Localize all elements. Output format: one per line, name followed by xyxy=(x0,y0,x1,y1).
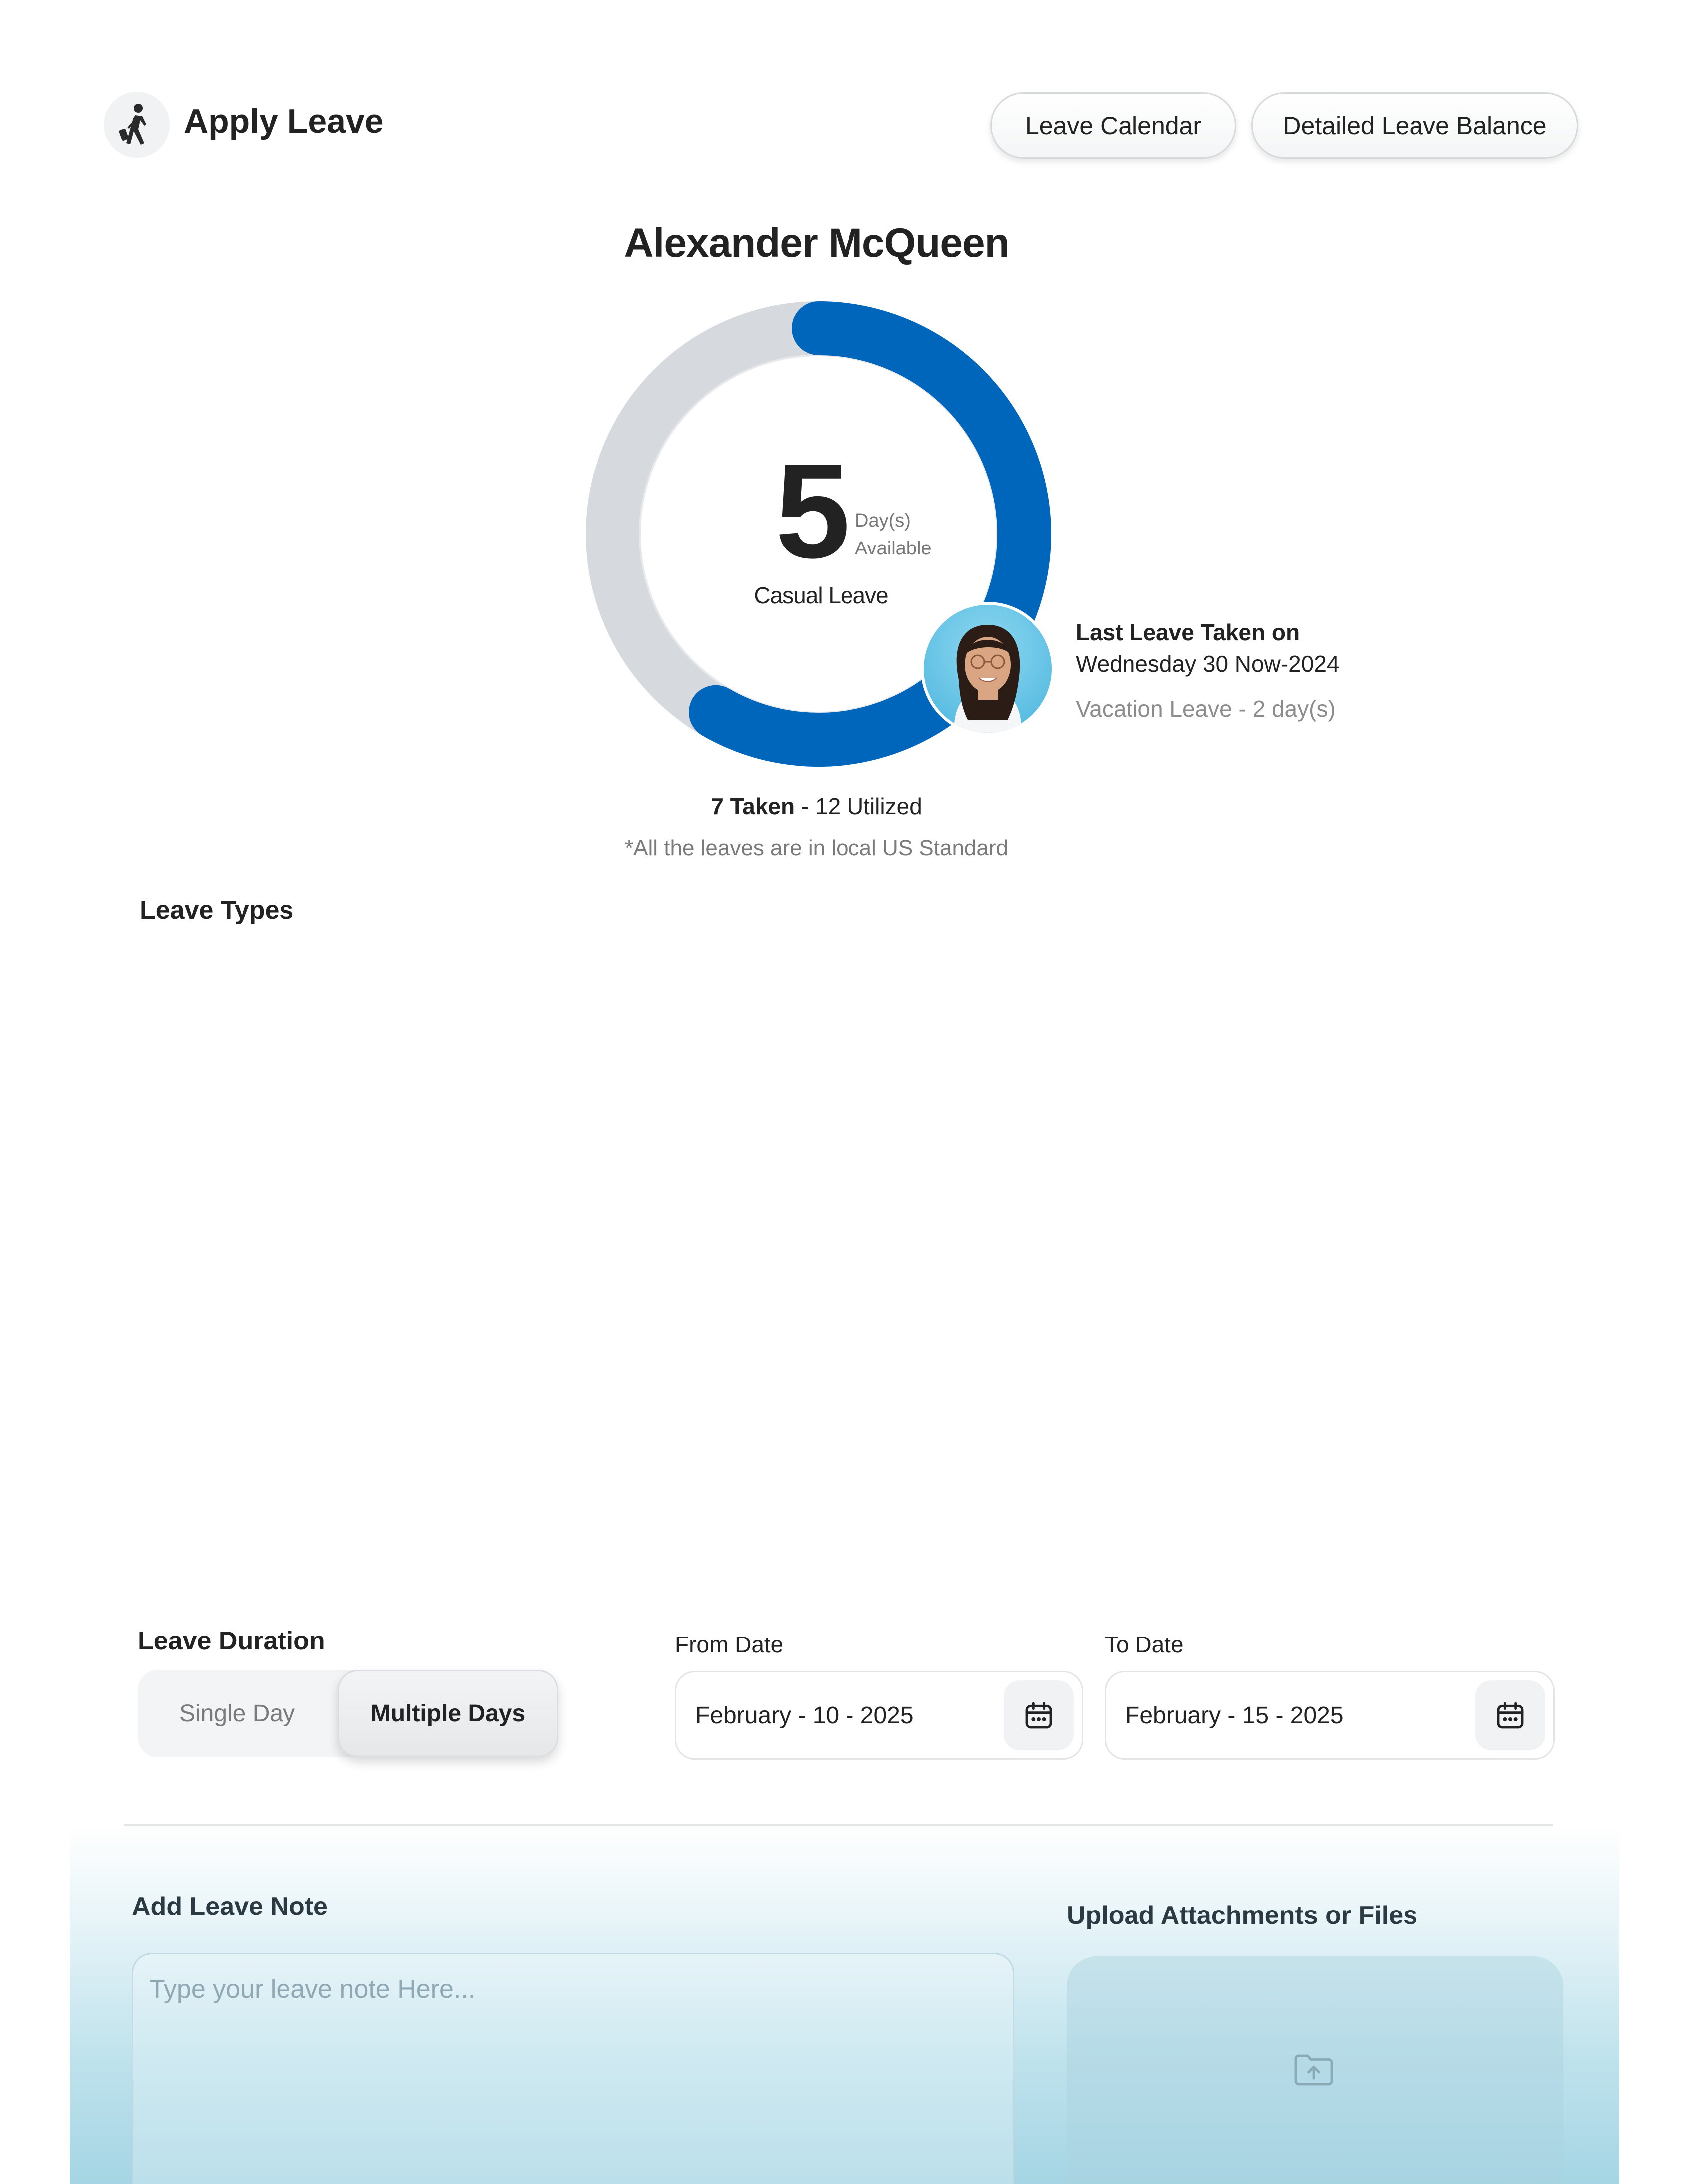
to-date-value: February - 15 - 2025 xyxy=(1125,1702,1344,1729)
avatar xyxy=(921,602,1055,736)
last-leave-title: Last Leave Taken on xyxy=(1076,619,1300,645)
to-date-label: To Date xyxy=(1105,1632,1184,1657)
page-title: Apply Leave xyxy=(184,102,384,140)
leave-stats: 7 Taken - 12 Utilized xyxy=(0,793,1633,819)
to-date-field[interactable]: February - 15 - 2025 xyxy=(1105,1671,1555,1760)
available-days-count: 5 xyxy=(775,436,850,586)
employee-name: Alexander McQueen xyxy=(624,220,1009,266)
add-leave-note-title: Add Leave Note xyxy=(132,1892,328,1921)
leave-calendar-button[interactable]: Leave Calendar xyxy=(990,92,1236,159)
from-date-value: February - 10 - 2025 xyxy=(695,1702,914,1729)
leave-note-input[interactable]: Type your leave note Here... xyxy=(132,1953,1014,2184)
leave-duration-title: Leave Duration xyxy=(138,1627,325,1655)
multiple-days-option[interactable]: Multiple Days xyxy=(338,1670,558,1757)
last-leave-date: Wednesday 30 Now-2024 xyxy=(1076,651,1340,677)
calendar-icon[interactable] xyxy=(1004,1680,1074,1750)
leave-note-placeholder: Type your leave note Here... xyxy=(149,1975,476,2004)
utilized-count: - 12 Utilized xyxy=(795,793,922,819)
last-leave-detail: Vacation Leave - 2 day(s) xyxy=(1076,696,1336,722)
calendar-icon[interactable] xyxy=(1475,1680,1545,1750)
taken-count: 7 Taken xyxy=(711,793,795,819)
standard-footnote: *All the leaves are in local US Standard xyxy=(625,836,1008,860)
folder-upload-icon[interactable] xyxy=(1293,2051,1335,2090)
unit-line-available: Available xyxy=(855,538,932,559)
leave-type-label: Casual Leave xyxy=(754,582,888,608)
leave-types-title: Leave Types xyxy=(140,896,294,925)
from-date-label: From Date xyxy=(675,1632,784,1657)
single-day-option[interactable]: Single Day xyxy=(155,1670,319,1757)
walking-person-icon xyxy=(104,92,170,158)
unit-line-days: Day(s) xyxy=(855,510,911,531)
from-date-field[interactable]: February - 10 - 2025 xyxy=(675,1671,1083,1760)
available-days-unit: Day(s) Available xyxy=(855,507,932,562)
detailed-leave-balance-button[interactable]: Detailed Leave Balance xyxy=(1251,92,1578,159)
upload-attachments-title: Upload Attachments or Files xyxy=(1067,1901,1418,1930)
